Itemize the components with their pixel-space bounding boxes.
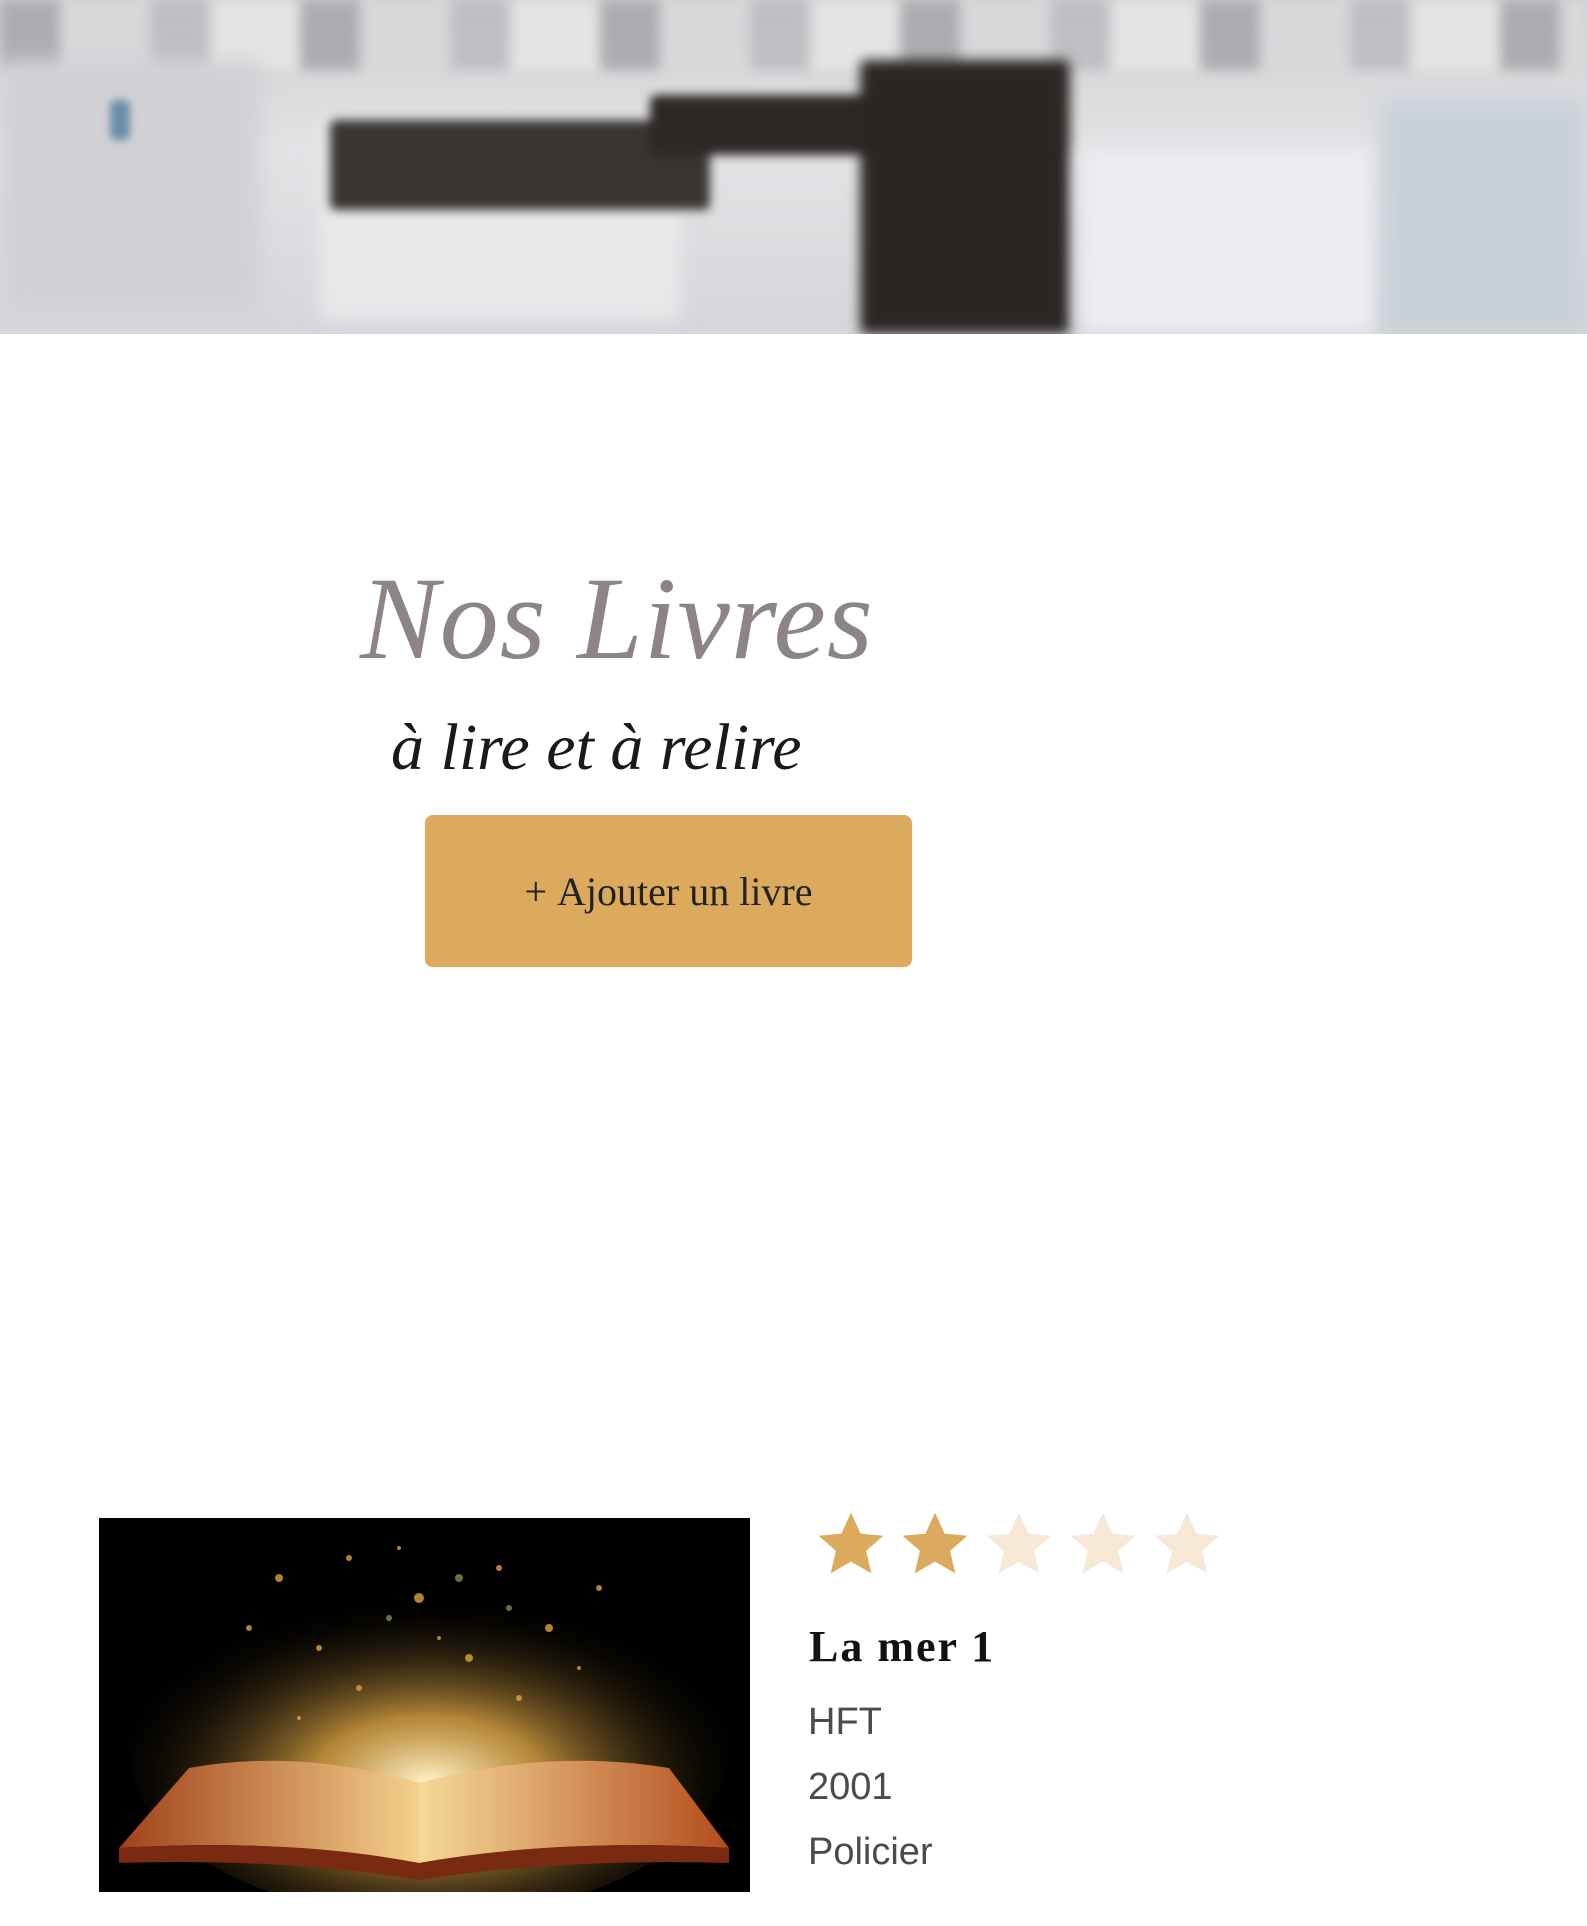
- book-cover-image[interactable]: [99, 1518, 750, 1892]
- star-filled-icon[interactable]: [812, 1508, 890, 1582]
- rating-stars: [812, 1508, 1226, 1582]
- star-empty-icon[interactable]: [1148, 1508, 1226, 1582]
- book-author: HFT: [808, 1701, 882, 1743]
- add-book-label: Ajouter un livre: [557, 868, 813, 914]
- star-filled-icon[interactable]: [896, 1508, 974, 1582]
- star-empty-icon[interactable]: [980, 1508, 1058, 1582]
- page-title: Nos Livres: [360, 553, 874, 684]
- open-book-icon: [99, 1518, 750, 1892]
- star-empty-icon[interactable]: [1064, 1508, 1142, 1582]
- add-book-button[interactable]: + Ajouter un livre: [425, 815, 912, 967]
- book-genre: Policier: [808, 1831, 933, 1873]
- plus-icon: +: [524, 868, 548, 914]
- book-year: 2001: [808, 1766, 893, 1808]
- book-title[interactable]: La mer 1: [809, 1625, 995, 1669]
- hero-banner-image: [0, 0, 1587, 334]
- page-subtitle: à lire et à relire: [391, 711, 802, 784]
